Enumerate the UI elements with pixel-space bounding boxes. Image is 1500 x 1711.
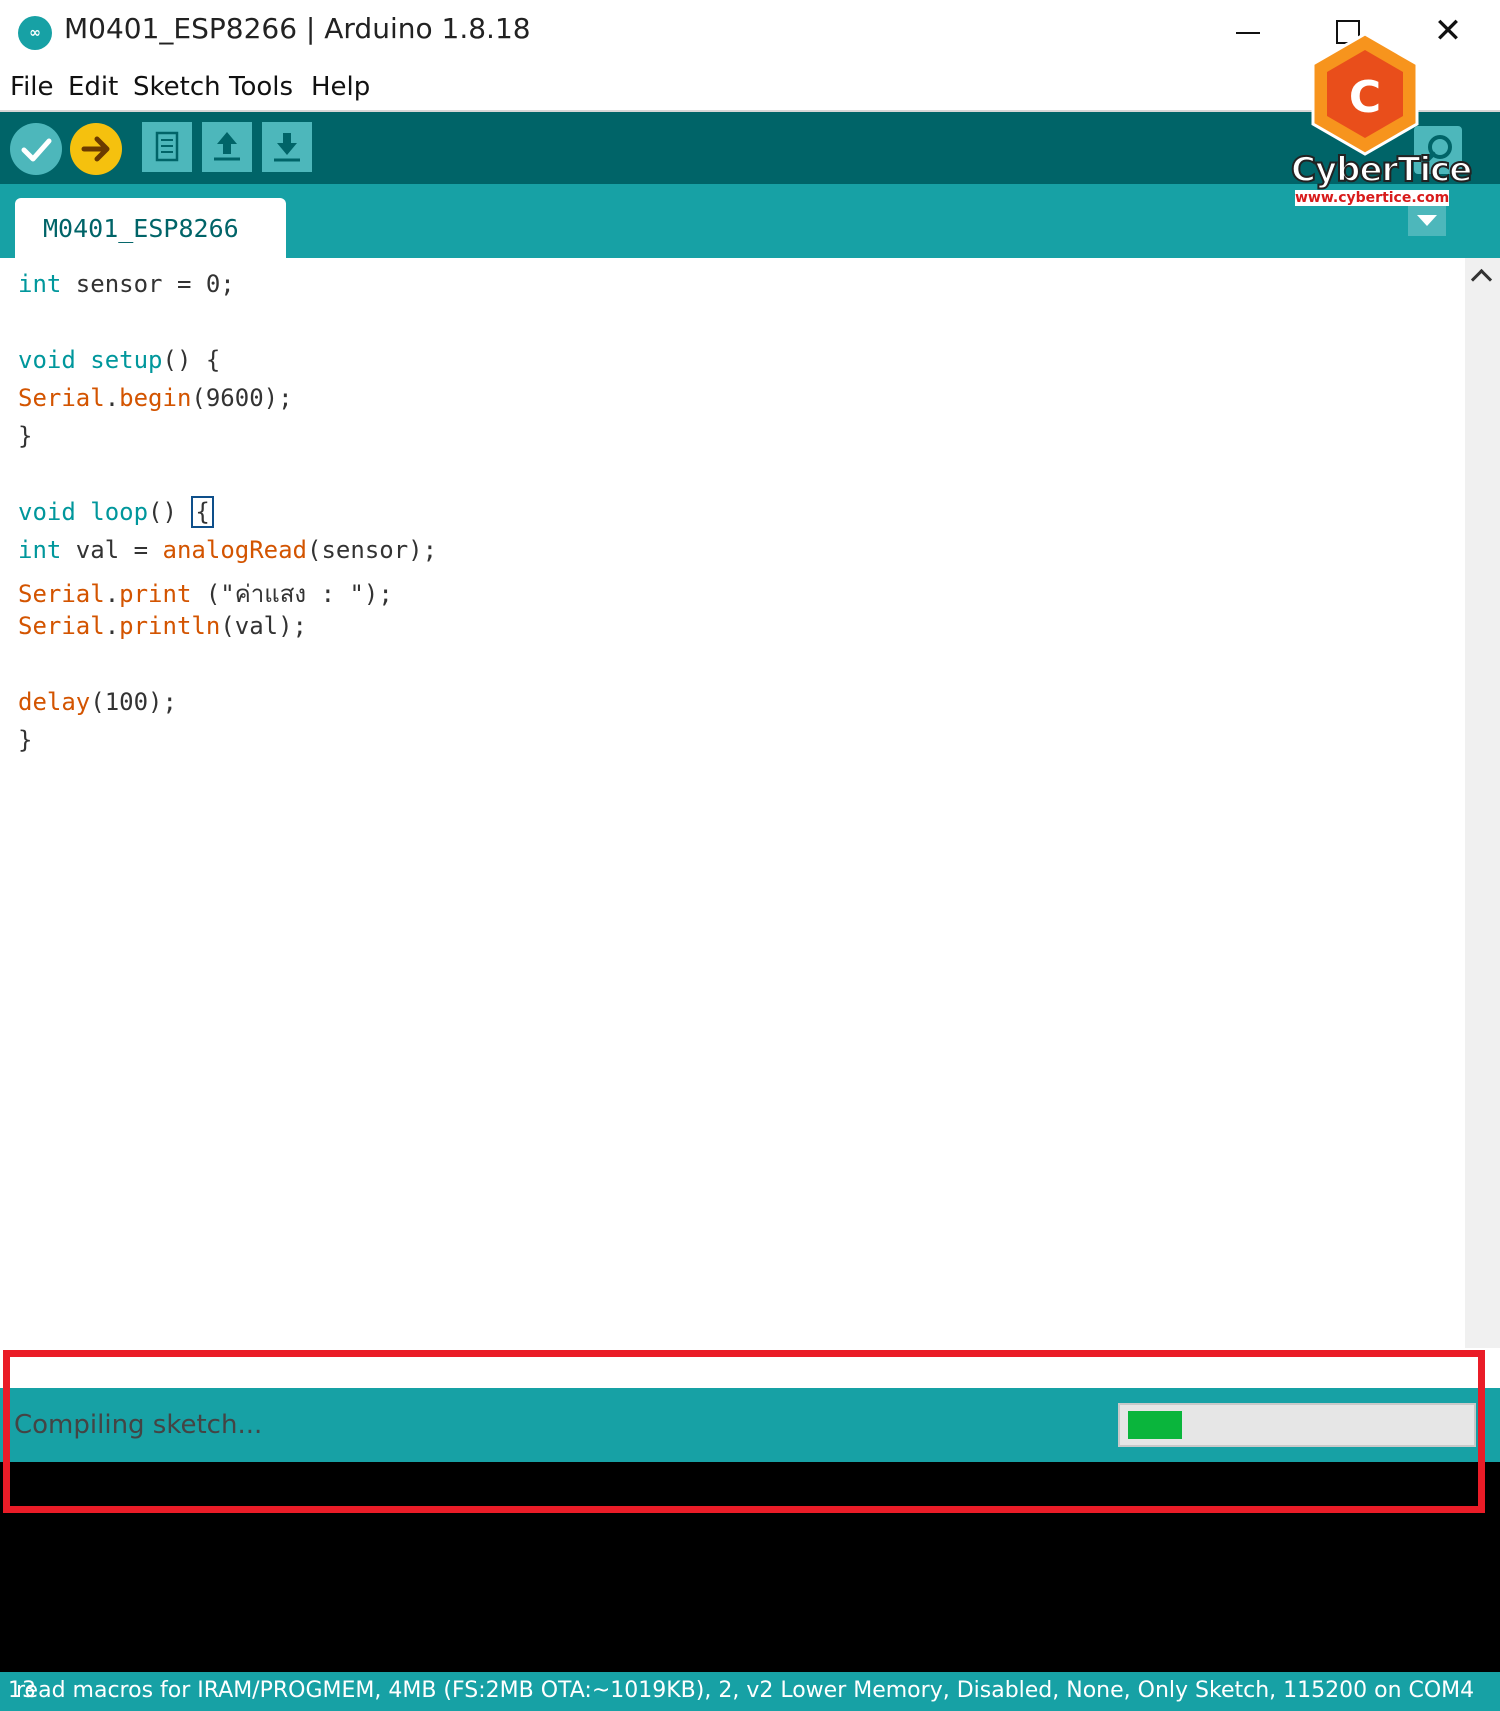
- code-line: int val = analogRead(sensor);: [18, 536, 438, 564]
- code-line: }: [18, 726, 33, 754]
- editor-scrollbar[interactable]: [1465, 258, 1500, 1348]
- new-button[interactable]: [142, 122, 192, 172]
- logo-letter: C: [1349, 72, 1381, 123]
- open-up-arrow-icon: [214, 132, 240, 161]
- verify-check-icon: [21, 138, 52, 162]
- chevron-up-icon[interactable]: [1470, 268, 1493, 291]
- new-file-icon: [155, 131, 179, 162]
- board-info: read macros for IRAM/PROGMEM, 4MB (FS:2M…: [16, 1678, 1475, 1703]
- cybertice-logo: C CyberTice www.cybertice.com: [1285, 30, 1473, 210]
- code-line: int sensor = 0;: [18, 270, 235, 298]
- hexagon-logo-icon: C: [1311, 32, 1419, 156]
- window-title: M0401_ESP8266 | Arduino 1.8.18: [64, 12, 531, 45]
- highlight-annotation-box: [3, 1350, 1485, 1513]
- tab-sketch[interactable]: M0401_ESP8266: [15, 198, 286, 258]
- code-line: Serial.println(val);: [18, 612, 308, 640]
- code-line: Serial.begin(9600);: [18, 384, 293, 412]
- code-line: Serial.print ("ค่าแสง : ");: [18, 580, 393, 608]
- save-down-arrow-icon: [274, 133, 300, 162]
- logo-url: www.cybertice.com: [1295, 190, 1450, 206]
- tab-label: M0401_ESP8266: [43, 214, 239, 243]
- menu-tools[interactable]: Tools: [229, 72, 293, 102]
- menu-sketch[interactable]: Sketch: [133, 72, 221, 102]
- arduino-infinity-icon: ∞: [18, 16, 52, 50]
- menu-bar: File Edit Sketch Tools Help: [0, 66, 1500, 112]
- code-line: }: [18, 422, 33, 450]
- menu-file[interactable]: File: [10, 72, 54, 102]
- save-button[interactable]: [262, 122, 312, 172]
- open-button[interactable]: [202, 122, 252, 172]
- logo-brand: CyberTice: [1290, 149, 1473, 191]
- footer-status: 13 read macros for IRAM/PROGMEM, 4MB (FS…: [0, 1672, 1500, 1711]
- code-line: void setup() {: [18, 346, 221, 374]
- menu-edit[interactable]: Edit: [68, 72, 118, 102]
- menu-help[interactable]: Help: [311, 72, 370, 102]
- toolbar: [0, 112, 1500, 184]
- tab-strip: M0401_ESP8266: [0, 184, 1500, 258]
- upload-arrow-icon: [81, 136, 110, 162]
- code-line: void loop() {: [18, 496, 214, 528]
- code-line: delay(100);: [18, 688, 177, 716]
- upload-button[interactable]: [70, 123, 122, 175]
- title-bar: ∞ M0401_ESP8266 | Arduino 1.8.18 ✕: [0, 0, 1500, 66]
- code-editor[interactable]: int sensor = 0; void setup() { Serial.begi…: [0, 258, 1465, 1348]
- minimize-icon[interactable]: [1218, 8, 1278, 58]
- verify-button[interactable]: [10, 123, 62, 175]
